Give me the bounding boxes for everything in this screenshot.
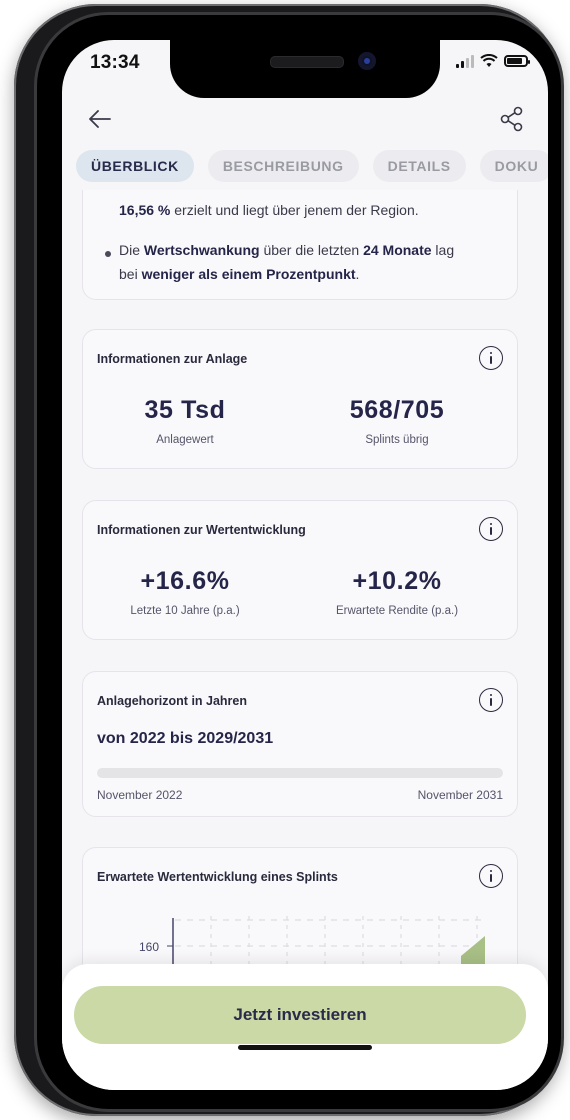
wifi-icon	[480, 54, 498, 67]
tab-bar: ÜBERBLICK BESCHREIBUNG DETAILS DOKU	[76, 150, 548, 182]
horizon-end-label: November 2031	[417, 788, 503, 802]
tab-dokumente[interactable]: DOKU	[479, 150, 548, 182]
earpiece-speaker	[270, 56, 344, 68]
home-indicator[interactable]	[238, 1045, 372, 1050]
card-title: Informationen zur Wertentwicklung	[97, 523, 306, 537]
investment-value-label: Anlagewert	[156, 434, 214, 446]
summary-card: 16,56 % erzielt und liegt über jenem der…	[82, 190, 518, 300]
summary-line-3: bei weniger als einem Prozentpunkt.	[119, 266, 360, 282]
card-title: Informationen zur Anlage	[97, 352, 248, 366]
horizon-range: von 2022 bis 2029/2031	[97, 730, 274, 747]
investment-info-card: Informationen zur Anlage 35 Tsd Anlagewe…	[82, 329, 518, 469]
info-icon[interactable]	[479, 517, 503, 541]
investment-horizon-card: Anlagehorizont in Jahren von 2022 bis 20…	[82, 671, 518, 817]
top-navigation	[62, 100, 548, 140]
y-tick-label: 160	[139, 940, 159, 954]
cellular-signal-icon	[456, 54, 474, 68]
tab-beschreibung[interactable]: BESCHREIBUNG	[207, 150, 359, 182]
past-return-value: +16.6%	[140, 567, 230, 595]
bottom-action-sheet: Jetzt investieren	[62, 964, 548, 1090]
invest-now-button[interactable]: Jetzt investieren	[74, 986, 526, 1044]
expected-return-value: +10.2%	[352, 567, 442, 595]
card-title: Erwartete Wertentwicklung eines Splints	[97, 870, 338, 884]
info-icon[interactable]	[479, 864, 503, 888]
info-icon[interactable]	[479, 688, 503, 712]
past-return-label: Letzte 10 Jahre (p.a.)	[130, 605, 240, 617]
tab-ueberblick[interactable]: ÜBERBLICK	[76, 150, 194, 182]
summary-line-1: 16,56 % erzielt und liegt über jenem der…	[119, 202, 419, 218]
info-icon[interactable]	[479, 346, 503, 370]
expected-return-label: Erwartete Rendite (p.a.)	[335, 605, 459, 617]
performance-info-card: Informationen zur Wertentwicklung +16.6%…	[82, 500, 518, 640]
splints-remaining-label: Splints übrig	[365, 434, 429, 446]
status-icons	[456, 54, 530, 68]
tab-details[interactable]: DETAILS	[372, 150, 466, 182]
battery-icon	[504, 55, 530, 67]
status-time: 13:34	[90, 52, 140, 73]
front-camera	[358, 52, 376, 70]
bullet-dot	[105, 251, 111, 257]
horizon-start-label: November 2022	[97, 788, 183, 802]
arrow-left-icon[interactable]	[84, 104, 114, 134]
investment-value: 35 Tsd	[144, 396, 226, 424]
splints-remaining: 568/705	[349, 396, 445, 424]
summary-line-2: Die Wertschwankung über die letzten 24 M…	[119, 242, 455, 258]
share-icon[interactable]	[498, 104, 526, 134]
notch	[170, 40, 440, 98]
card-title: Anlagehorizont in Jahren	[97, 694, 248, 708]
app-screen: 13:34 ÜBERBLICK BESCHREIBUNG DETAILS DOK…	[62, 40, 548, 1090]
horizon-progress-bar	[97, 768, 503, 778]
